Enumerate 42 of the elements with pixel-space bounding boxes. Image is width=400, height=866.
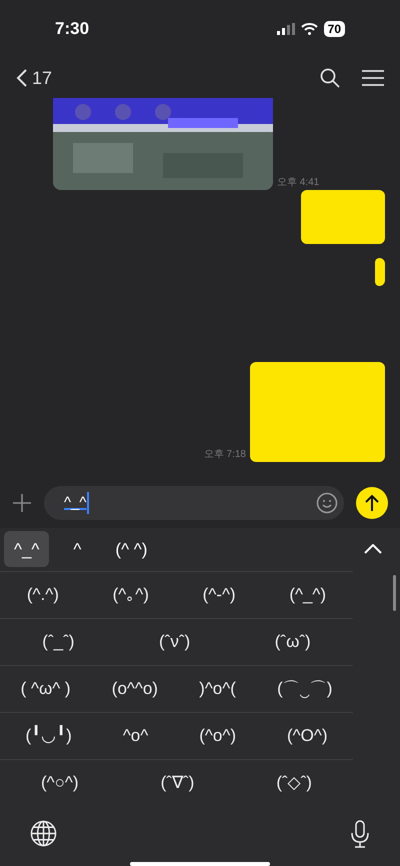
emoticon-key[interactable]: (^○^) xyxy=(41,770,79,796)
emoticon-key[interactable]: (^｡^) xyxy=(112,582,149,608)
suggestion[interactable]: ^_^ xyxy=(4,531,50,568)
emoticon-key[interactable]: (^_^) xyxy=(289,582,326,608)
status-time: 7:30 xyxy=(55,18,90,40)
message-field[interactable]: ^_^ xyxy=(44,486,344,520)
back-button[interactable]: 17 xyxy=(16,64,52,92)
microphone-icon[interactable] xyxy=(350,820,370,848)
signal-icon xyxy=(276,23,295,35)
emoticon-key[interactable]: (ˆ∇ˆ) xyxy=(160,770,194,796)
chevron-up-icon xyxy=(364,544,382,554)
message-bubble xyxy=(375,258,385,286)
menu-icon[interactable] xyxy=(362,69,384,87)
scrollbar xyxy=(393,574,396,611)
battery-indicator: 70 xyxy=(324,21,345,37)
emoticon-key[interactable]: (o^^o) xyxy=(112,676,158,702)
globe-icon[interactable] xyxy=(30,820,57,848)
emoticon-key[interactable]: )^o^( xyxy=(199,676,236,702)
send-button[interactable] xyxy=(356,487,388,519)
suggestion[interactable]: ^ xyxy=(63,531,92,568)
emoticon-key[interactable]: ^o^ xyxy=(122,722,148,748)
emoticon-key[interactable]: (ˆ_ˆ) xyxy=(42,628,74,654)
search-icon[interactable] xyxy=(320,68,340,88)
emoticon-key[interactable]: (ˆωˆ) xyxy=(274,628,311,654)
emoticon-key[interactable]: (⌒‿⌒) xyxy=(277,676,332,702)
emoticon-key[interactable]: (╹◡╹) xyxy=(26,722,72,748)
arrow-up-icon xyxy=(364,494,380,512)
emoticon-key[interactable]: (^.^) xyxy=(26,582,59,608)
emoticon-key[interactable]: (^-^) xyxy=(202,582,236,608)
emoticon-key[interactable]: (^O^) xyxy=(286,722,328,748)
emoticon-key[interactable]: (^o^) xyxy=(199,722,236,748)
message-time: 오후 7:18 xyxy=(204,448,246,462)
emoticon-key[interactable]: ( ^ω^ ) xyxy=(20,676,71,702)
wifi-icon xyxy=(300,23,318,35)
message-time: 오후 4:41 xyxy=(277,176,320,190)
suggestion[interactable]: (^ ^) xyxy=(105,531,158,568)
emoji-icon[interactable] xyxy=(316,492,338,514)
field-value: ^_^ xyxy=(64,492,90,514)
plus-icon[interactable] xyxy=(12,493,32,513)
back-icon xyxy=(16,68,28,88)
emoticon-key[interactable]: (ˆνˆ) xyxy=(159,628,190,654)
emoticon-key[interactable]: (ˆ◇ˆ) xyxy=(276,770,312,796)
